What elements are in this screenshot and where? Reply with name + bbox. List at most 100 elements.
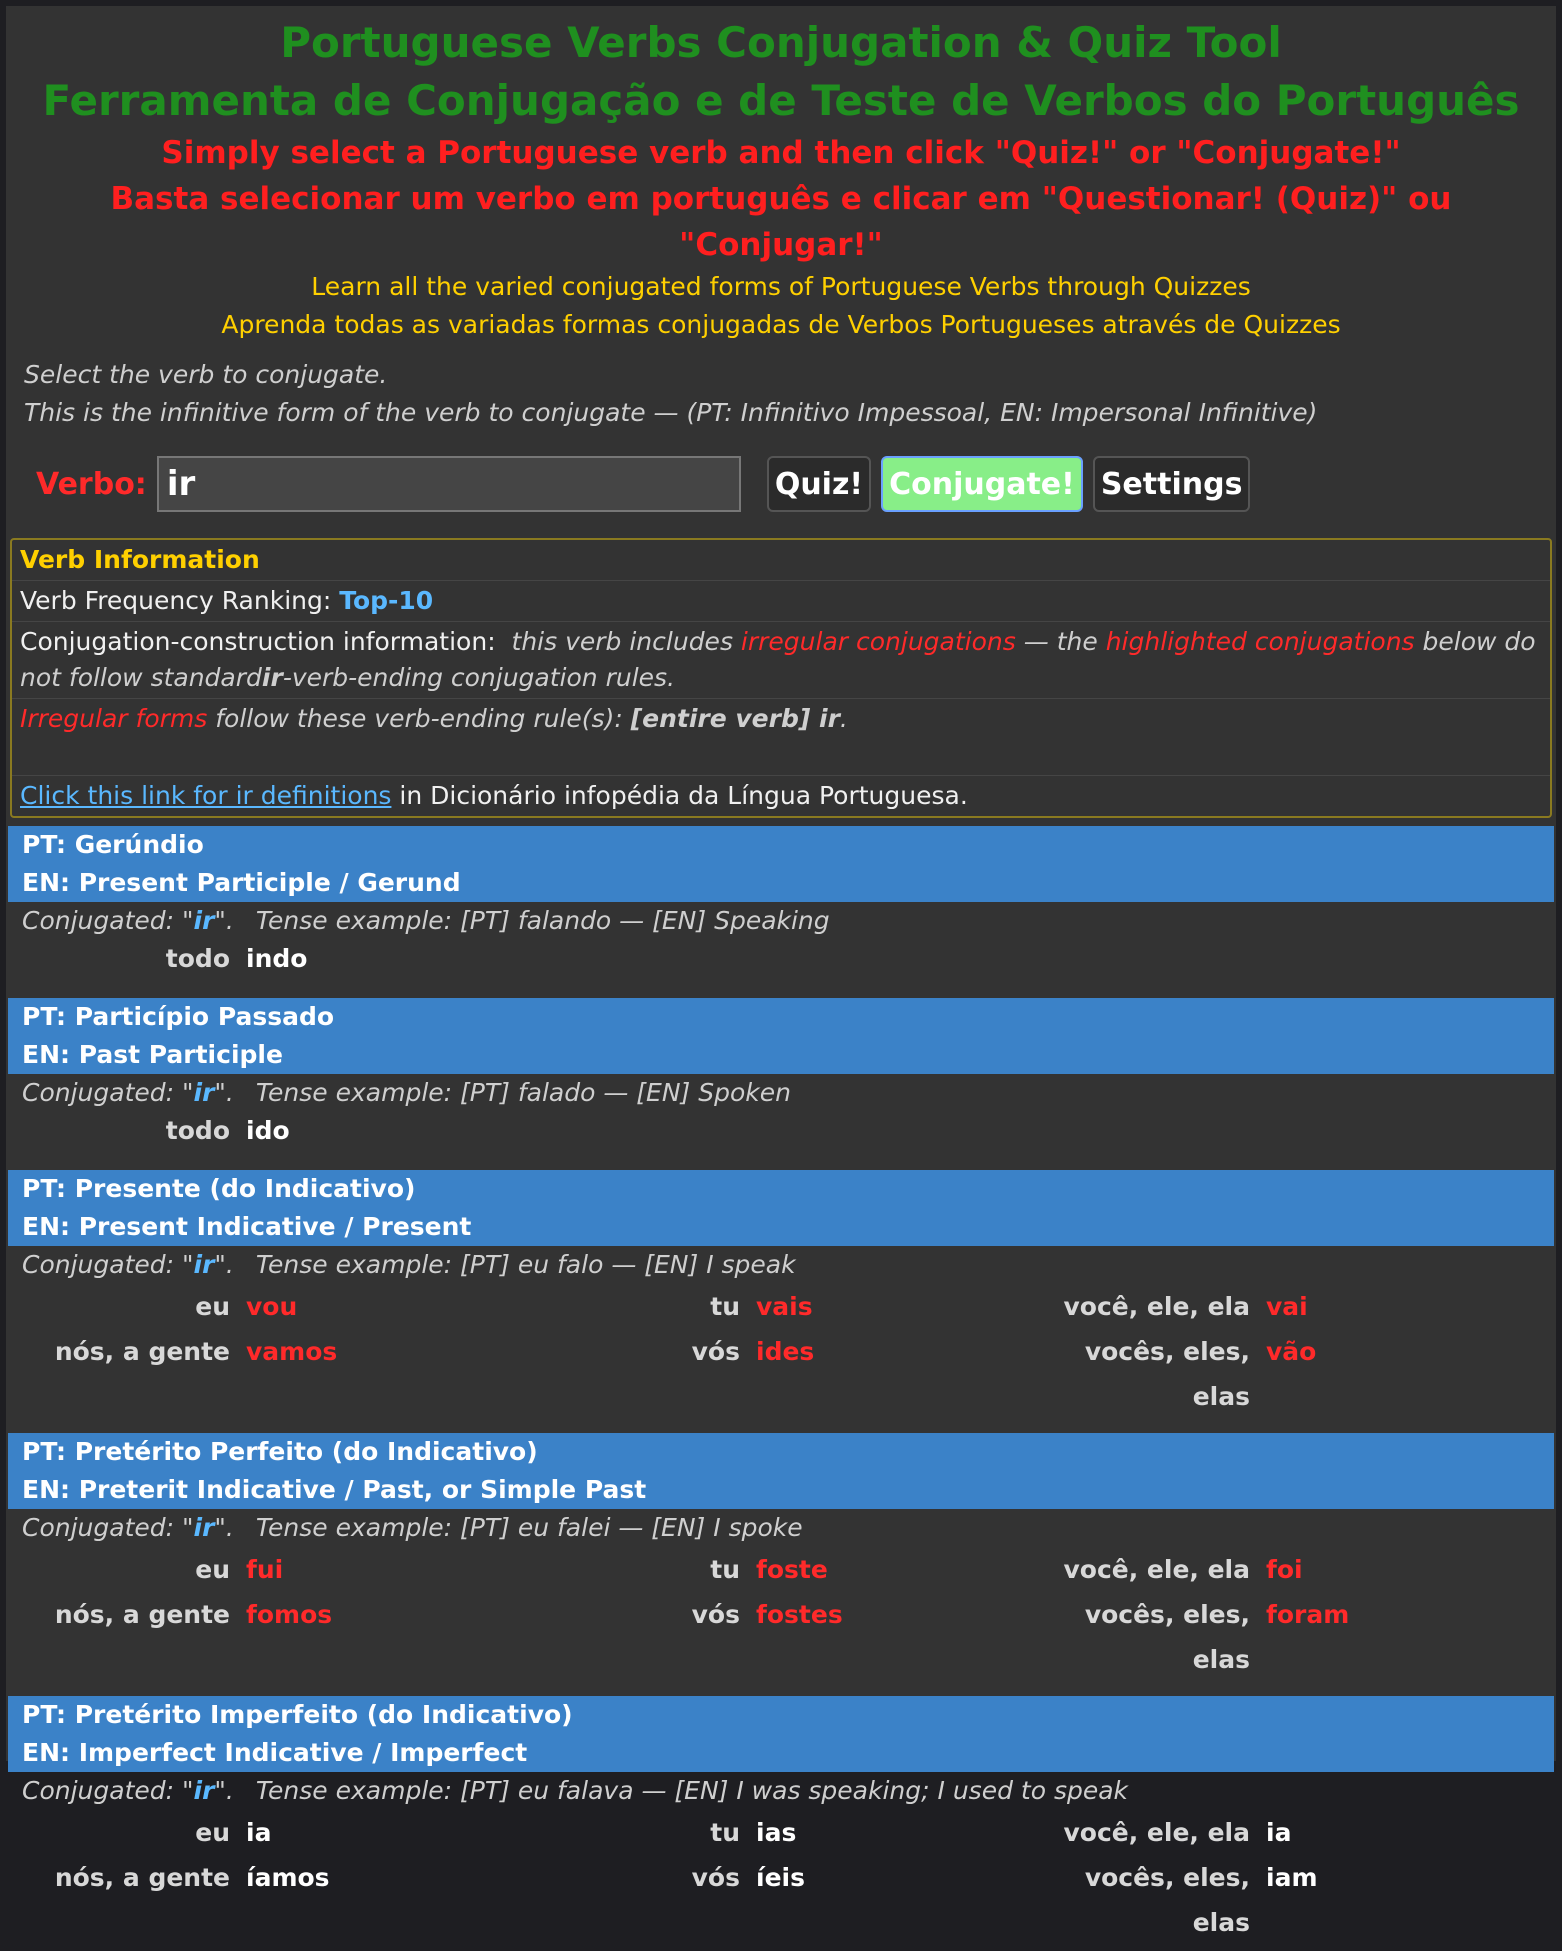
conjugated-prefix: Conjugated: " xyxy=(22,1513,194,1542)
definitions-link[interactable]: Click this link for ir definitions xyxy=(20,781,391,810)
irregular-rules: Irregular forms follow these verb-ending… xyxy=(12,699,1550,776)
verb-input[interactable] xyxy=(157,456,741,512)
settings-button[interactable]: Settings xyxy=(1093,456,1251,512)
conjugation-grid: todoido xyxy=(6,1112,1556,1162)
conjugated-suffix: ". xyxy=(214,1250,233,1279)
pronoun: vós xyxy=(516,1592,756,1682)
pronoun: você, ele, ela xyxy=(1026,1547,1266,1592)
pronoun: nós, a gente xyxy=(6,1329,246,1419)
subtitle-pt: Aprenda todas as variadas formas conjuga… xyxy=(6,306,1556,344)
tense-example: Tense example: [PT] eu falo — [EN] I spe… xyxy=(256,1250,796,1279)
conjugated-form: iam xyxy=(1266,1855,1536,1945)
tense-name-en: EN: Past Participle xyxy=(22,1036,1540,1074)
conjugated-form: ia xyxy=(1266,1810,1536,1855)
conjugation-grid: euvoutuvaisvocê, ele, elavainós, a gente… xyxy=(6,1284,1556,1425)
tense-section: PT: Pretérito Perfeito (do Indicativo)EN… xyxy=(6,1433,1556,1688)
conjugated-verb: ir xyxy=(194,1776,215,1805)
intro-line-2: This is the infinitive form of the verb … xyxy=(24,394,1538,432)
intro-text: Select the verb to conjugate. This is th… xyxy=(6,344,1556,432)
conjugated-form: foram xyxy=(1266,1592,1536,1682)
tense-section: PT: Particípio PassadoEN: Past Participl… xyxy=(6,998,1556,1162)
conjugated-verb: ir xyxy=(194,1250,215,1279)
conjugated-form: ias xyxy=(756,1810,1026,1855)
conjugation-grid: eufuitufostevocê, ele, elafoinós, a gent… xyxy=(6,1547,1556,1688)
conjugated-form: vou xyxy=(246,1284,516,1329)
tense-example: Tense example: [PT] falado — [EN] Spoken xyxy=(256,1078,791,1107)
verb-frequency: Verb Frequency Ranking: Top-10 xyxy=(12,581,1550,622)
tense-section: PT: GerúndioEN: Present Participle / Ger… xyxy=(6,826,1556,990)
conjugated-verb: ir xyxy=(194,906,215,935)
verb-label: Verbo: xyxy=(36,467,147,502)
conjugated-verb: ir xyxy=(194,1513,215,1542)
freq-label: Verb Frequency Ranking: xyxy=(20,586,331,615)
subtitle-en: Learn all the varied conjugated forms of… xyxy=(6,268,1556,306)
conjugated-prefix: Conjugated: " xyxy=(22,1250,194,1279)
pronoun: eu xyxy=(6,1284,246,1329)
pronoun: nós, a gente xyxy=(6,1855,246,1945)
pronoun: vocês, eles, elas xyxy=(1026,1592,1266,1682)
instruction-en: Simply select a Portuguese verb and then… xyxy=(6,130,1556,176)
definition-row: Click this link for ir definitions in Di… xyxy=(12,776,1550,816)
tense-list: PT: GerúndioEN: Present Participle / Ger… xyxy=(6,826,1556,1951)
pronoun: vocês, eles, elas xyxy=(1026,1329,1266,1419)
verb-form: Verbo: Quiz! Conjugate! Settings xyxy=(6,432,1556,512)
tense-name-en: EN: Preterit Indicative / Past, or Simpl… xyxy=(22,1471,1540,1509)
tense-name-en: EN: Present Indicative / Present xyxy=(22,1208,1540,1246)
quiz-button[interactable]: Quiz! xyxy=(767,456,871,512)
construction-label: Conjugation-construction information: xyxy=(20,627,496,656)
conjugated-prefix: Conjugated: " xyxy=(22,906,194,935)
definition-suffix: in Dicionário infopédia da Língua Portug… xyxy=(399,781,967,810)
tense-section: PT: Pretérito Imperfeito (do Indicativo)… xyxy=(6,1696,1556,1951)
construction-text-b: irregular conjugations xyxy=(741,627,1016,656)
verb-info-heading: Verb Information xyxy=(12,540,1550,581)
irregular-text-c: [entire verb] ir xyxy=(631,704,840,733)
irregular-text-d: . xyxy=(840,704,848,733)
pronoun: vós xyxy=(516,1329,756,1419)
conjugated-form: fostes xyxy=(756,1592,1026,1682)
conjugated-form: indo xyxy=(246,940,646,978)
conjugated-suffix: ". xyxy=(214,906,233,935)
title-en: Portuguese Verbs Conjugation & Quiz Tool xyxy=(6,6,1556,72)
tense-name-pt: PT: Particípio Passado xyxy=(22,998,1540,1036)
tense-header: PT: Presente (do Indicativo)EN: Present … xyxy=(8,1170,1554,1246)
construction-text-d: highlighted conjugations xyxy=(1106,627,1415,656)
conjugated-line: Conjugated: "ir".Tense example: [PT] fal… xyxy=(6,1074,1556,1112)
conjugated-form: ides xyxy=(756,1329,1026,1419)
conjugated-prefix: Conjugated: " xyxy=(22,1078,194,1107)
pronoun: você, ele, ela xyxy=(1026,1284,1266,1329)
tense-example: Tense example: [PT] eu falava — [EN] I w… xyxy=(256,1776,1128,1805)
tense-header: PT: GerúndioEN: Present Participle / Ger… xyxy=(8,826,1554,902)
conjugated-line: Conjugated: "ir".Tense example: [PT] eu … xyxy=(6,1772,1556,1810)
tense-name-pt: PT: Presente (do Indicativo) xyxy=(22,1170,1540,1208)
verb-information-panel: Verb Information Verb Frequency Ranking:… xyxy=(10,538,1552,818)
construction-info: Conjugation-construction information: th… xyxy=(12,622,1550,699)
conjugated-line: Conjugated: "ir". Tense example: [PT] eu … xyxy=(6,1509,1556,1547)
conjugated-form: vais xyxy=(756,1284,1026,1329)
pronoun: todo xyxy=(6,940,246,978)
conjugated-form: fomos xyxy=(246,1592,516,1682)
tense-example: Tense example: [PT] eu falei — [EN] I sp… xyxy=(256,1513,803,1542)
tense-name-en: EN: Present Participle / Gerund xyxy=(22,864,1540,902)
conjugated-form: ido xyxy=(246,1112,646,1150)
page-frame: Portuguese Verbs Conjugation & Quiz Tool… xyxy=(6,6,1556,1761)
construction-text-g: -verb-ending conjugation rules. xyxy=(283,663,675,692)
conjugated-form: foi xyxy=(1266,1547,1536,1592)
pronoun: eu xyxy=(6,1810,246,1855)
tense-header: PT: Particípio PassadoEN: Past Participl… xyxy=(8,998,1554,1074)
tense-name-pt: PT: Pretérito Perfeito (do Indicativo) xyxy=(22,1433,1540,1471)
conjugate-button[interactable]: Conjugate! xyxy=(881,456,1083,512)
pronoun: vocês, eles, elas xyxy=(1026,1855,1266,1945)
conjugated-suffix: ". xyxy=(214,1513,233,1542)
pronoun: vós xyxy=(516,1855,756,1945)
tense-example: Tense example: [PT] falando — [EN] Speak… xyxy=(256,906,830,935)
construction-text-f: ir xyxy=(262,663,283,692)
conjugated-form: íamos xyxy=(246,1855,516,1945)
pronoun: tu xyxy=(516,1810,756,1855)
conjugated-form: foste xyxy=(756,1547,1026,1592)
conjugated-form: fui xyxy=(246,1547,516,1592)
construction-text-a: this verb includes xyxy=(512,627,733,656)
conjugated-form: vamos xyxy=(246,1329,516,1419)
page-header: Portuguese Verbs Conjugation & Quiz Tool… xyxy=(6,6,1556,344)
pronoun: eu xyxy=(6,1547,246,1592)
conjugated-form: ia xyxy=(246,1810,516,1855)
